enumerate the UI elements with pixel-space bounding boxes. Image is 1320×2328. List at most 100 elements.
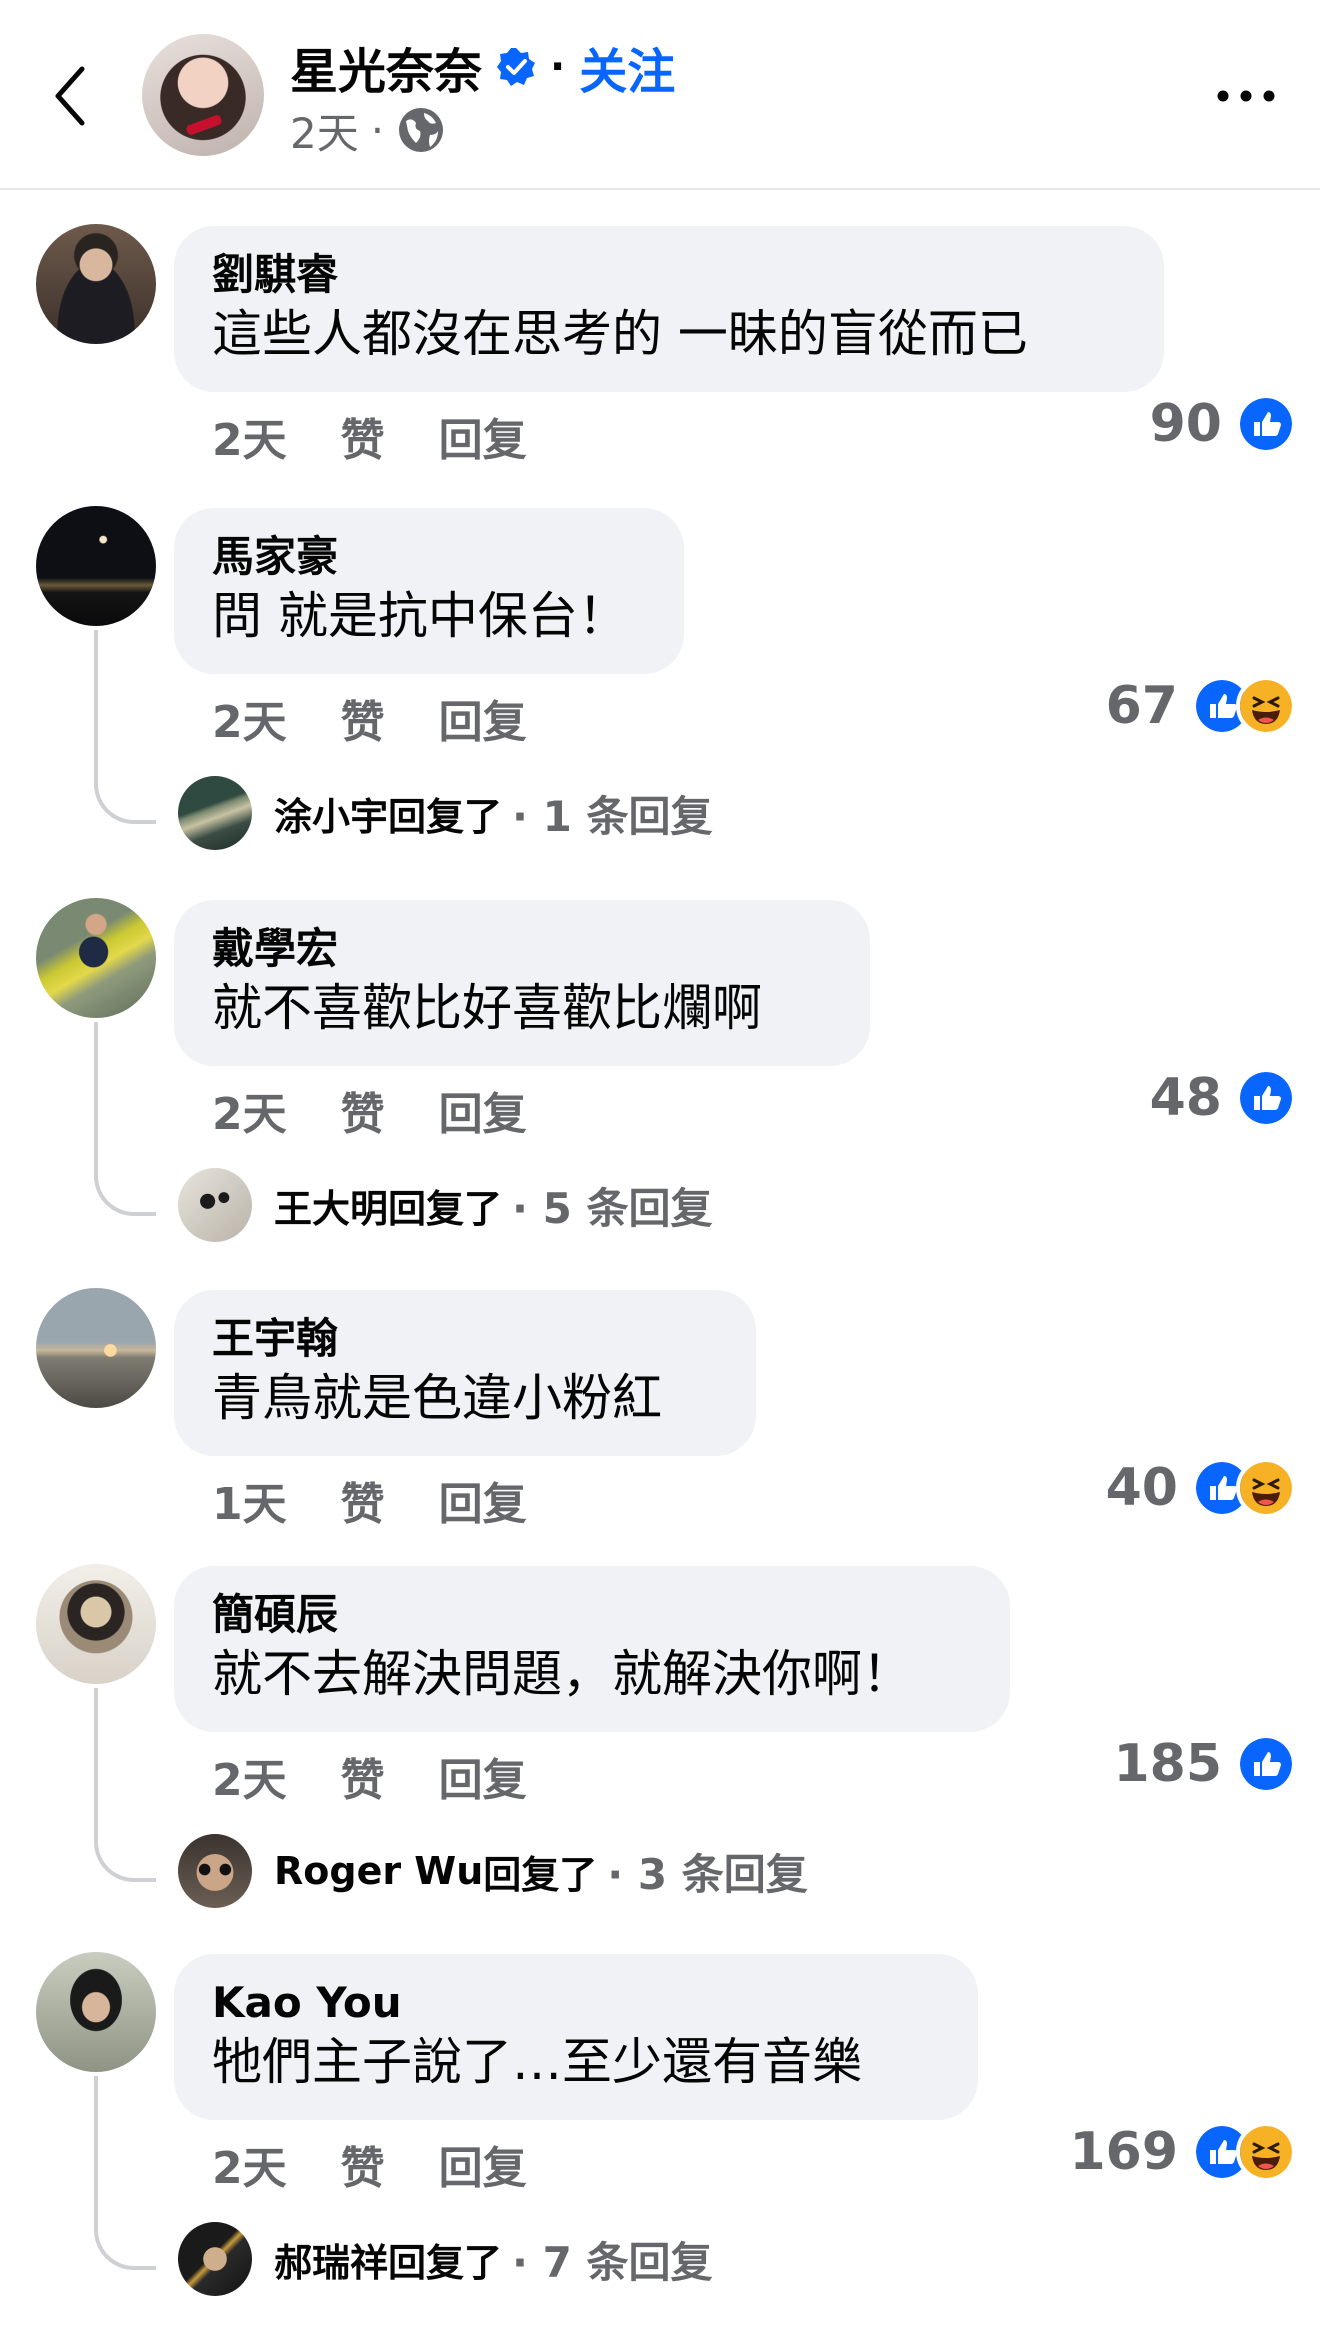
replier-avatar [178, 1834, 252, 1908]
reply-button[interactable]: 回复 [439, 1744, 527, 1808]
reaction-count: 40 [1105, 1458, 1178, 1518]
comment-bubble: 劉騏睿 這些人都沒在思考的 一昧的盲從而已 [174, 226, 1164, 392]
reply-button[interactable]: 回复 [439, 686, 527, 750]
replied-label: 回复了 [483, 1852, 598, 1897]
replier-name: Roger Wu [274, 1849, 484, 1893]
commenter-avatar[interactable] [36, 898, 156, 1018]
reply-button[interactable]: 回复 [439, 1078, 527, 1142]
reaction-summary[interactable]: 90 [1150, 394, 1296, 454]
post-time[interactable]: 2天 [290, 100, 359, 161]
post-meta: 2天 · [290, 100, 446, 160]
comment-author[interactable]: Kao You [212, 1976, 940, 2030]
comment-bubble: 馬家豪 問 就是抗中保台！ [174, 508, 684, 674]
comment-text: 問 就是抗中保台！ [212, 587, 628, 645]
like-reaction-icon [1236, 394, 1296, 454]
comment-actions: 2天 赞 回复 [212, 1744, 527, 1808]
view-replies-link[interactable]: Roger Wu 回复了 · 3 条回复 [178, 1834, 808, 1908]
author-name[interactable]: 星光奈奈 [290, 32, 482, 102]
comment-time[interactable]: 2天 [212, 686, 287, 750]
replier-avatar [178, 1168, 252, 1242]
reaction-summary[interactable]: 185 [1113, 1734, 1296, 1794]
reaction-count: 90 [1149, 394, 1222, 454]
comment-time[interactable]: 2天 [212, 404, 287, 468]
comment-actions: 2天 赞 回复 [212, 686, 527, 750]
comment-time[interactable]: 2天 [212, 1078, 287, 1142]
reply-count: · 7 条回复 [512, 2237, 713, 2287]
comment-actions: 1天 赞 回复 [212, 1468, 527, 1532]
comment-bubble: Kao You 牠們主子說了…至少還有音樂 [174, 1954, 978, 2120]
comment-bubble: 王宇翰 青鳥就是色違小粉紅 [174, 1290, 756, 1456]
view-replies-link[interactable]: 王大明 回复了 · 5 条回复 [178, 1168, 712, 1242]
commenter-avatar[interactable] [36, 1952, 156, 2072]
replied-label: 回复了 [388, 794, 503, 839]
comment-text: 就不去解決問題，就解決你啊！ [212, 1645, 912, 1703]
comment-text: 這些人都沒在思考的 一昧的盲從而已 [212, 305, 1028, 363]
reply-count: · 1 条回复 [512, 791, 713, 841]
comment-time[interactable]: 2天 [212, 2132, 287, 2196]
reaction-summary[interactable]: 67 [1106, 676, 1296, 736]
commenter-avatar[interactable] [36, 1288, 156, 1408]
haha-reaction-icon [1236, 676, 1296, 736]
chevron-left-icon [55, 66, 85, 126]
reply-button[interactable]: 回复 [439, 1468, 527, 1532]
more-options-button[interactable] [1212, 68, 1280, 124]
replier-name: 涂小宇 [274, 794, 389, 839]
globe-icon [399, 108, 444, 152]
replier-avatar [178, 2222, 252, 2296]
like-button[interactable]: 赞 [341, 686, 385, 750]
reaction-count: 185 [1113, 1734, 1222, 1794]
commenter-avatar[interactable] [36, 506, 156, 626]
reaction-summary[interactable]: 169 [1069, 2122, 1296, 2182]
name-separator: · [550, 44, 566, 90]
post-header: 星光奈奈 · 关注 2天 · [0, 0, 1320, 190]
like-button[interactable]: 赞 [341, 1468, 385, 1532]
reply-count: · 3 条回复 [607, 1849, 808, 1899]
comment-bubble: 簡碩辰 就不去解決問題，就解決你啊！ [174, 1566, 1010, 1732]
comment-actions: 2天 赞 回复 [212, 1078, 527, 1142]
replied-label: 回复了 [388, 1186, 503, 1231]
reply-button[interactable]: 回复 [439, 404, 527, 468]
like-reaction-icon [1236, 1734, 1296, 1794]
like-button[interactable]: 赞 [341, 1078, 385, 1142]
like-button[interactable]: 赞 [341, 2132, 385, 2196]
comment-text: 牠們主子說了…至少還有音樂 [212, 2033, 862, 2091]
replier-avatar [178, 776, 252, 850]
comment-author[interactable]: 王宇翰 [212, 1312, 718, 1366]
more-options-icon [1217, 90, 1275, 102]
reaction-summary[interactable]: 48 [1150, 1068, 1296, 1128]
comment-actions: 2天 赞 回复 [212, 2132, 527, 2196]
haha-reaction-icon [1236, 2122, 1296, 2182]
view-replies-link[interactable]: 郝瑞祥 回复了 · 7 条回复 [178, 2222, 712, 2296]
thread-connector [94, 2076, 156, 2270]
like-reaction-icon [1236, 1068, 1296, 1128]
like-button[interactable]: 赞 [341, 1744, 385, 1808]
comment-author[interactable]: 戴學宏 [212, 922, 832, 976]
comment-author[interactable]: 馬家豪 [212, 530, 646, 584]
like-button[interactable]: 赞 [341, 404, 385, 468]
comment-author[interactable]: 簡碩辰 [212, 1588, 972, 1642]
comment-actions: 2天 赞 回复 [212, 404, 527, 468]
back-button[interactable] [40, 56, 100, 136]
verified-badge-icon [497, 48, 536, 86]
reaction-summary[interactable]: 40 [1106, 1458, 1296, 1518]
comment-time[interactable]: 2天 [212, 1744, 287, 1808]
comment-time[interactable]: 1天 [212, 1468, 287, 1532]
reply-count: · 5 条回复 [512, 1183, 713, 1233]
author-avatar[interactable] [142, 34, 264, 156]
follow-button[interactable]: 关注 [579, 32, 675, 102]
view-replies-link[interactable]: 涂小宇 回复了 · 1 条回复 [178, 776, 712, 850]
meta-separator: · [370, 105, 385, 155]
commenter-avatar[interactable] [36, 1564, 156, 1684]
comment-text: 青鳥就是色違小粉紅 [212, 1369, 662, 1427]
reaction-count: 67 [1105, 676, 1178, 736]
replier-name: 王大明 [274, 1186, 389, 1231]
commenter-avatar[interactable] [36, 224, 156, 344]
comment-text: 就不喜歡比好喜歡比爛啊 [212, 979, 762, 1037]
comment-author[interactable]: 劉騏睿 [212, 248, 1126, 302]
comment-bubble: 戴學宏 就不喜歡比好喜歡比爛啊 [174, 900, 870, 1066]
reaction-count: 169 [1069, 2122, 1178, 2182]
thread-connector [94, 1688, 156, 1882]
haha-reaction-icon [1236, 1458, 1296, 1518]
reply-button[interactable]: 回复 [439, 2132, 527, 2196]
thread-connector [94, 1022, 156, 1216]
